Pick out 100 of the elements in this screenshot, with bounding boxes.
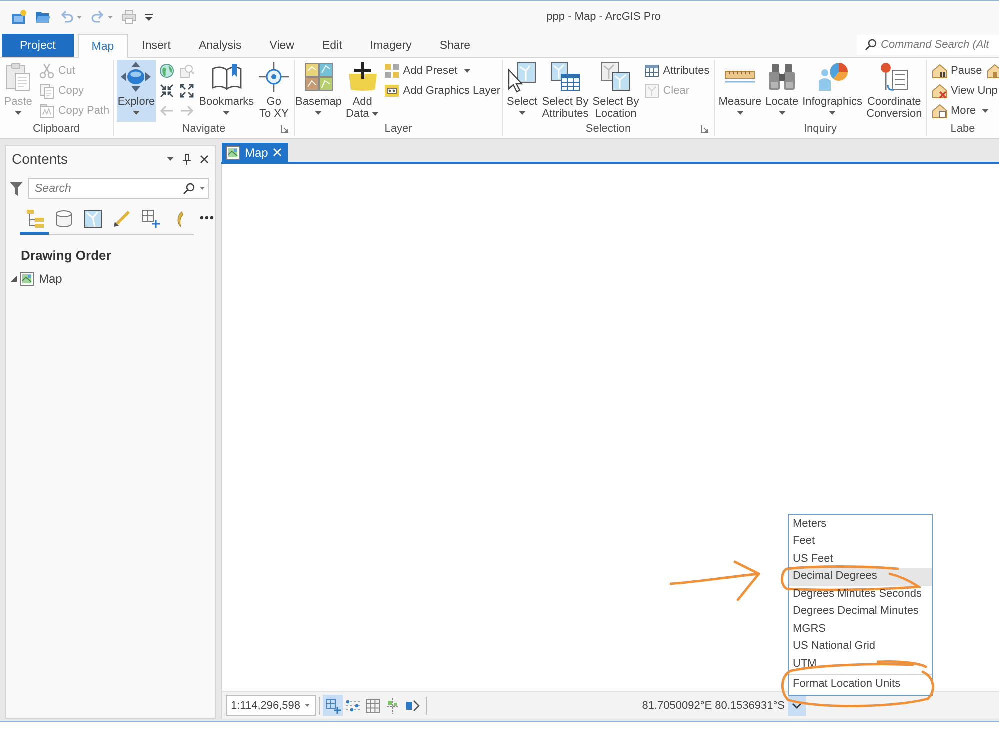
copy-pages-icon (39, 82, 56, 98)
map-tab[interactable]: Map (222, 143, 288, 162)
printer-icon (121, 9, 137, 25)
ribbon-tab[interactable]: Analysis (184, 34, 256, 57)
pane-title: Contents (12, 151, 68, 167)
ruler-icon (725, 71, 756, 83)
cylinder-icon (54, 208, 74, 228)
section-heading: Drawing Order (21, 248, 112, 263)
ribbon-button[interactable]: Bookmarks (198, 60, 256, 122)
menu-item[interactable]: Decimal Degrees (789, 568, 932, 586)
arrows-outward-icon (179, 82, 196, 98)
caret-icon (108, 16, 113, 18)
ribbon-button[interactable]: View Unp (930, 81, 999, 100)
command-search-field[interactable]: Command Search (Alt (857, 35, 999, 55)
globe-icon (159, 62, 176, 78)
house-pause-icon (932, 62, 948, 78)
folder-icon (35, 9, 51, 25)
menu-item[interactable]: US National Grid (789, 638, 932, 656)
ribbon-button[interactable]: Go To XY (257, 60, 292, 122)
close-icon[interactable] (200, 154, 209, 164)
expanded-triangle-icon[interactable] (11, 276, 17, 282)
clear-selection-icon (644, 82, 660, 98)
pin-form-icon (878, 61, 910, 93)
select-arrow-icon (506, 61, 538, 93)
pin-icon[interactable] (182, 153, 192, 165)
pencil-icon (112, 208, 132, 228)
tree-item[interactable]: Map (39, 272, 62, 286)
person-pie-chart-icon (816, 61, 849, 93)
caret-icon[interactable] (167, 157, 174, 161)
map-sheet-icon (82, 208, 102, 228)
more-icon[interactable] (200, 216, 214, 220)
tree-list-icon (24, 208, 44, 228)
ribbon-tab[interactable]: Project (2, 34, 74, 57)
group-label: Inquiry (804, 123, 838, 135)
menu-item[interactable]: US Feet (789, 550, 932, 568)
filter-icon[interactable] (10, 182, 23, 196)
folder-plus-icon (346, 61, 379, 93)
search-field[interactable]: Search (28, 178, 209, 199)
search-icon[interactable] (183, 183, 195, 195)
ribbon-tab[interactable]: Map (78, 34, 128, 58)
ribbon-button[interactable]: Select By Location (592, 60, 640, 122)
map-tiles-icon (302, 61, 335, 93)
scissors-icon (39, 62, 56, 78)
ribbon-button[interactable]: Pause (930, 61, 984, 80)
ribbon-tab[interactable]: View (256, 34, 308, 57)
search-icon (865, 39, 877, 51)
ribbon-button[interactable]: More (930, 101, 992, 120)
map-icon (20, 272, 34, 286)
ribbon-tab[interactable]: Edit (308, 34, 356, 57)
scale-combo-box[interactable]: 1:114,296,598 (226, 695, 316, 716)
ribbon-button[interactable]: Add Graphics Layer (382, 81, 502, 100)
chevron-down-icon (792, 702, 802, 708)
table-grid-icon (365, 698, 381, 714)
menu-item[interactable]: Format Location Units (789, 676, 932, 694)
ribbon-button[interactable]: Select By Attributes (541, 60, 590, 122)
ribbon-button[interactable]: Attributes (642, 61, 712, 80)
menu-item[interactable]: Feet (789, 533, 932, 550)
menu-item[interactable]: Degrees Minutes Seconds (789, 586, 932, 603)
crosshair-icon (385, 698, 401, 714)
group-label: Selection (586, 123, 632, 135)
map-icon (226, 146, 240, 160)
page-path-icon (39, 102, 56, 118)
menu-item[interactable]: MGRS (789, 620, 932, 638)
overlapping-maps-icon (600, 61, 632, 93)
ribbon-button[interactable]: Infographics (802, 60, 864, 122)
graphics-layer-icon (384, 82, 400, 98)
dialog-launcher-icon[interactable] (281, 125, 289, 133)
ribbon-tab[interactable]: Insert (128, 34, 185, 57)
arrows-inward-icon (159, 82, 176, 98)
ribbon-button[interactable]: Add Data (345, 60, 380, 122)
menu-item[interactable]: Meters (789, 516, 932, 533)
dialog-launcher-icon[interactable] (701, 125, 709, 133)
ribbon-button[interactable]: Add Preset (382, 61, 473, 80)
open-book-icon (210, 61, 243, 93)
undo-icon (59, 9, 75, 25)
window-title: ppp - Map - ArcGIS Pro (546, 11, 661, 23)
squares-icon (384, 62, 400, 78)
ribbon-button[interactable]: Basemap (294, 60, 344, 122)
zoom-selection-icon (179, 62, 196, 78)
ribbon-button[interactable]: Locate (764, 60, 800, 122)
swirl-icon (176, 208, 184, 228)
ribbon-button[interactable]: Measure (718, 60, 763, 122)
menu-item[interactable]: UTM (789, 656, 932, 673)
ribbon-tab[interactable]: Imagery (356, 34, 426, 57)
menu-item[interactable]: Degrees Decimal Minutes (789, 603, 932, 620)
caret-icon[interactable] (200, 187, 205, 190)
ribbon-button[interactable]: Coordinate Conversion (866, 60, 924, 122)
grid-plus-icon (325, 698, 341, 714)
ribbon-tab[interactable]: Share (426, 34, 485, 57)
status-tool-button[interactable] (323, 695, 343, 716)
group-label: Navigate (182, 123, 226, 135)
redo-icon (90, 9, 106, 25)
ribbon-button[interactable]: Explore (116, 60, 156, 122)
group-label: Layer (384, 123, 412, 135)
house-icon (987, 62, 999, 78)
pan-arrows-icon (120, 61, 152, 93)
group-label: Labe (950, 122, 976, 134)
customize-caret-icon (145, 14, 153, 20)
box-sparkle-icon (11, 9, 27, 25)
ribbon-button[interactable]: Select (505, 60, 540, 122)
